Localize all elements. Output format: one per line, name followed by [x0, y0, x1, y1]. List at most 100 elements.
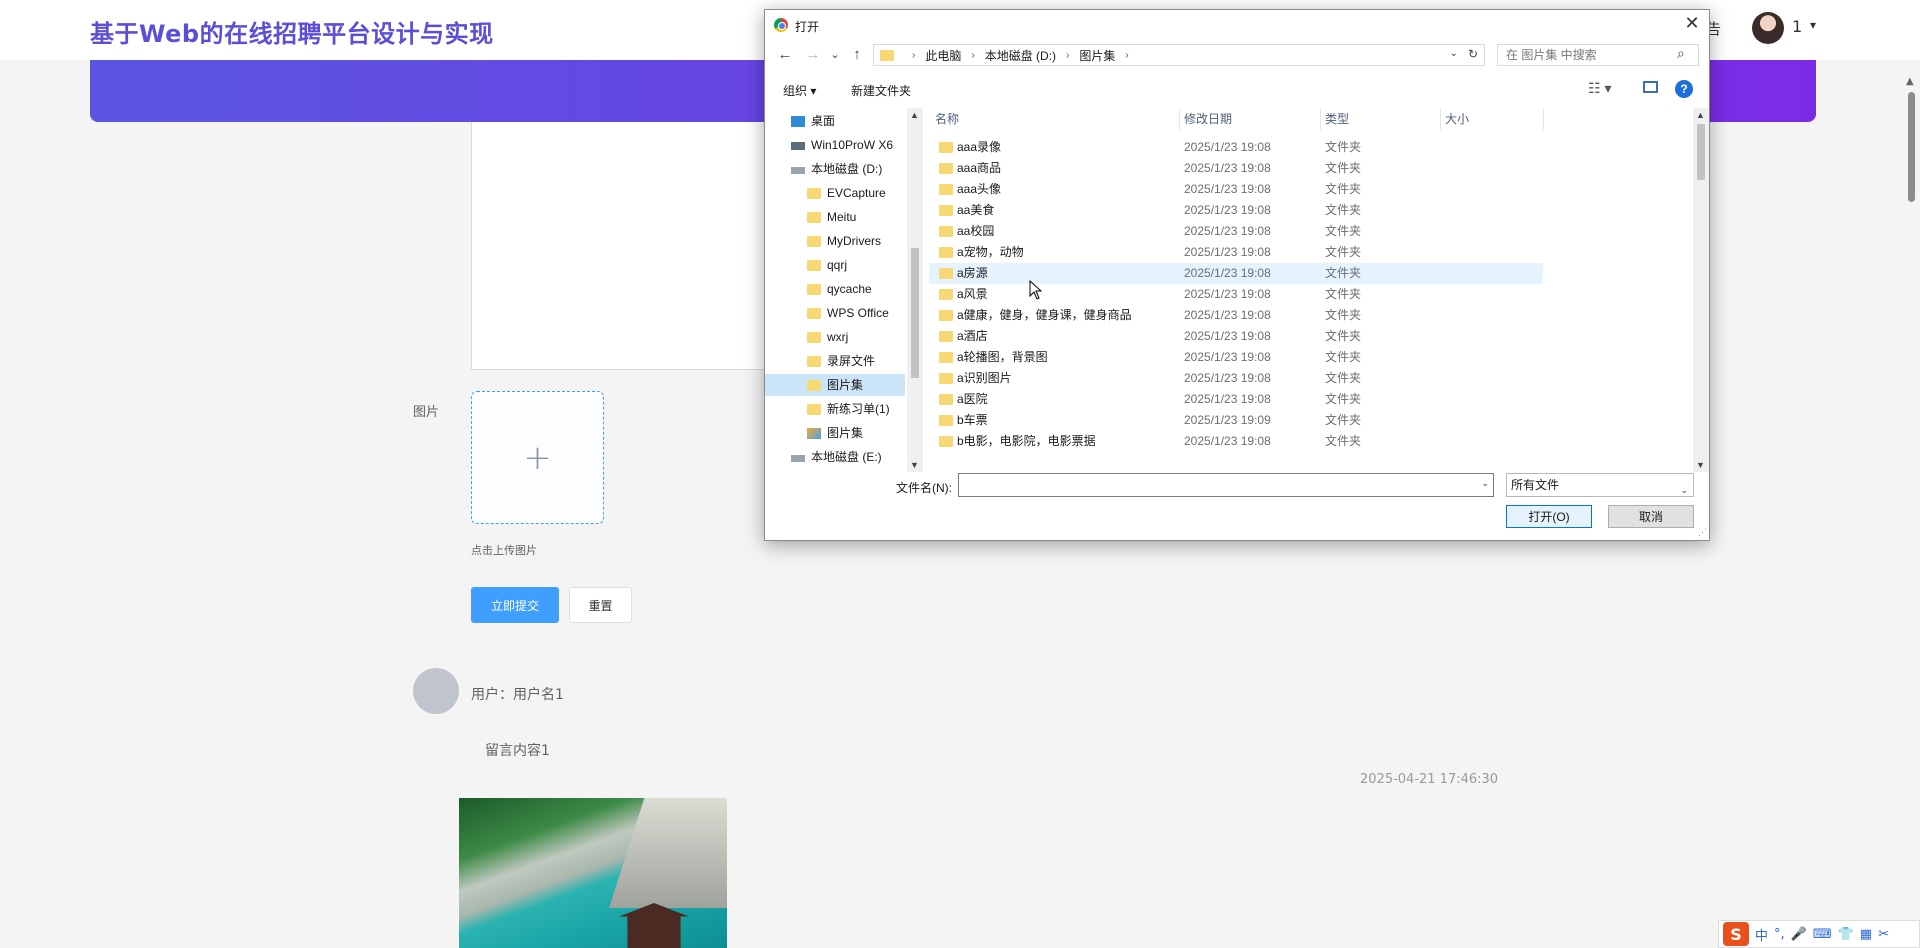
submit-button[interactable]: 立即提交	[471, 587, 559, 623]
column-date[interactable]: 修改日期	[1184, 108, 1232, 130]
tree-item[interactable]: 本地磁盘 (D:)	[765, 158, 905, 180]
view-options-icon[interactable]: ☷ ▾	[1588, 80, 1611, 97]
column-separator[interactable]	[1543, 108, 1544, 130]
sogou-logo-icon[interactable]: S	[1723, 922, 1749, 946]
crumb-separator-icon[interactable]: ›	[971, 50, 974, 61]
ime-skin-icon[interactable]: 👕	[1838, 927, 1854, 942]
open-button[interactable]: 打开(O)	[1506, 505, 1592, 528]
file-row[interactable]: aa校园 2025/1/23 19:08 文件夹	[929, 221, 1543, 242]
list-scrollbar[interactable]: ▲ ▼	[1693, 108, 1709, 472]
site-title[interactable]: 基于Web的在线招聘平台设计与实现	[90, 14, 494, 49]
caret-down-icon[interactable]: ▾	[1810, 18, 1816, 32]
folder-icon	[939, 142, 953, 153]
reset-button[interactable]: 重置	[569, 587, 632, 623]
message-textarea[interactable]	[471, 122, 801, 370]
column-separator[interactable]	[1320, 108, 1321, 130]
recent-locations-icon[interactable]: ⌄	[825, 45, 845, 65]
tree-item[interactable]: EVCapture	[765, 182, 905, 204]
breadcrumb-pictures[interactable]: 图片集	[1079, 47, 1115, 64]
file-row[interactable]: b电影，电影院，电影票据 2025/1/23 19:08 文件夹	[929, 431, 1543, 452]
tree-item[interactable]: qqrj	[765, 254, 905, 276]
scroll-up-icon[interactable]: ▲	[910, 110, 919, 120]
dialog-toolbar: 组织 ▾ 新建文件夹 ☷ ▾ ?	[765, 78, 1709, 102]
tree-item[interactable]: 桌面	[765, 110, 905, 132]
file-row[interactable]: a风景 2025/1/23 19:08 文件夹	[929, 284, 1543, 305]
column-separator[interactable]	[1440, 108, 1441, 130]
user-avatar[interactable]	[1752, 12, 1784, 44]
ime-keyboard-icon[interactable]: ⌨	[1813, 927, 1832, 942]
tree-item[interactable]: 图片集	[765, 374, 905, 396]
tree-item[interactable]: MyDrivers	[765, 230, 905, 252]
file-row[interactable]: aaa录像 2025/1/23 19:08 文件夹	[929, 137, 1543, 158]
list-scroll-thumb[interactable]	[1697, 124, 1705, 180]
chevron-down-icon[interactable]: ⌄	[1481, 478, 1489, 489]
tree-item[interactable]: wxrj	[765, 326, 905, 348]
navigation-tree[interactable]: 桌面 Win10ProW X6 本地磁盘 (D:) EVCapture Meitu MyD…	[765, 108, 907, 472]
crumb-separator-icon[interactable]: ›	[1125, 50, 1128, 61]
file-row[interactable]: aaa商品 2025/1/23 19:08 文件夹	[929, 158, 1543, 179]
chevron-down-icon[interactable]: ⌄	[1680, 479, 1688, 501]
tree-scroll-thumb[interactable]	[911, 248, 919, 378]
scroll-down-icon[interactable]: ▼	[1696, 460, 1705, 470]
page-scrollbar[interactable]	[1908, 92, 1915, 202]
back-icon[interactable]: ←	[775, 45, 795, 65]
filename-input[interactable]: ⌄	[958, 473, 1494, 497]
file-row[interactable]: a医院 2025/1/23 19:08 文件夹	[929, 389, 1543, 410]
image-upload-area[interactable]: +	[471, 391, 604, 524]
file-row[interactable]: a房源 2025/1/23 19:08 文件夹	[929, 263, 1543, 284]
ime-screenshot-icon[interactable]: ✂	[1878, 927, 1889, 942]
ime-toolbox-icon[interactable]: ▦	[1860, 927, 1872, 942]
tree-scrollbar[interactable]: ▲ ▼	[907, 108, 923, 472]
file-row[interactable]: a酒店 2025/1/23 19:08 文件夹	[929, 326, 1543, 347]
help-icon[interactable]: ?	[1675, 80, 1693, 98]
forward-icon[interactable]: →	[803, 45, 823, 65]
ime-voice-icon[interactable]: 🎤	[1791, 927, 1807, 942]
chevron-down-icon[interactable]: ⌄	[1450, 48, 1458, 59]
resize-grip-icon[interactable]: ⋰	[1698, 527, 1707, 538]
refresh-icon[interactable]: ↻	[1468, 47, 1478, 61]
column-name[interactable]: 名称	[935, 108, 959, 130]
user-name[interactable]: 1	[1792, 17, 1802, 36]
preview-pane-icon[interactable]	[1643, 81, 1658, 93]
new-folder-button[interactable]: 新建文件夹	[851, 82, 911, 99]
scroll-down-icon[interactable]: ▼	[910, 460, 919, 470]
organize-menu[interactable]: 组织 ▾	[783, 82, 816, 99]
crumb-separator-icon[interactable]: ›	[1066, 50, 1069, 61]
file-row[interactable]: aaa头像 2025/1/23 19:08 文件夹	[929, 179, 1543, 200]
column-separator[interactable]	[1179, 108, 1180, 130]
tree-item[interactable]: Win10ProW X6	[765, 134, 905, 156]
tree-item[interactable]: 本地磁盘 (E:)	[765, 446, 905, 468]
close-icon[interactable]: ✕	[1680, 13, 1704, 35]
ime-chinese-mode[interactable]: 中	[1755, 925, 1768, 944]
tree-item[interactable]: qycache	[765, 278, 905, 300]
file-row[interactable]: a健康，健身，健身课，健身商品 2025/1/23 19:08 文件夹	[929, 305, 1543, 326]
file-row[interactable]: a宠物，动物 2025/1/23 19:08 文件夹	[929, 242, 1543, 263]
cancel-button[interactable]: 取消	[1608, 505, 1694, 528]
file-row[interactable]: a轮播图，背景图 2025/1/23 19:08 文件夹	[929, 347, 1543, 368]
ime-punctuation-icon[interactable]: °,	[1774, 927, 1785, 942]
up-icon[interactable]: ↑	[847, 45, 867, 65]
file-row[interactable]: b车票 2025/1/23 19:09 文件夹	[929, 410, 1543, 431]
tree-item[interactable]: 图片集	[765, 422, 905, 444]
search-input[interactable]: 在 图片集 中搜索	[1497, 44, 1699, 66]
ime-toolbar[interactable]: S 中 °, 🎤 ⌨ 👕 ▦ ✂	[1718, 920, 1920, 948]
file-row[interactable]: aa美食 2025/1/23 19:08 文件夹	[929, 200, 1543, 221]
search-icon[interactable]: ⌕	[1677, 45, 1685, 62]
file-row[interactable]: a识别图片 2025/1/23 19:08 文件夹	[929, 368, 1543, 389]
tree-item[interactable]: WPS Office	[765, 302, 905, 324]
column-size[interactable]: 大小	[1445, 108, 1469, 130]
dialog-titlebar[interactable]: 打开 ✕	[765, 10, 1709, 40]
breadcrumb-drive-d[interactable]: 本地磁盘 (D:)	[985, 47, 1056, 64]
tree-item[interactable]: Meitu	[765, 206, 905, 228]
column-type[interactable]: 类型	[1325, 108, 1349, 130]
file-type: 文件夹	[1325, 266, 1362, 280]
filetype-select[interactable]: 所有文件 ⌄	[1506, 473, 1694, 497]
breadcrumb-this-pc[interactable]: 此电脑	[925, 47, 961, 64]
scroll-up-icon[interactable]: ▲	[1696, 110, 1705, 120]
address-bar[interactable]: › 此电脑 › 本地磁盘 (D:) › 图片集 › ⌄ ↻	[873, 44, 1485, 66]
file-type: 文件夹	[1325, 287, 1362, 301]
crumb-separator-icon[interactable]: ›	[912, 50, 915, 61]
page-scroll-up-icon[interactable]: ▲	[1906, 76, 1914, 87]
tree-item[interactable]: 录屏文件	[765, 350, 905, 372]
tree-item[interactable]: 新练习单(1)	[765, 398, 905, 420]
